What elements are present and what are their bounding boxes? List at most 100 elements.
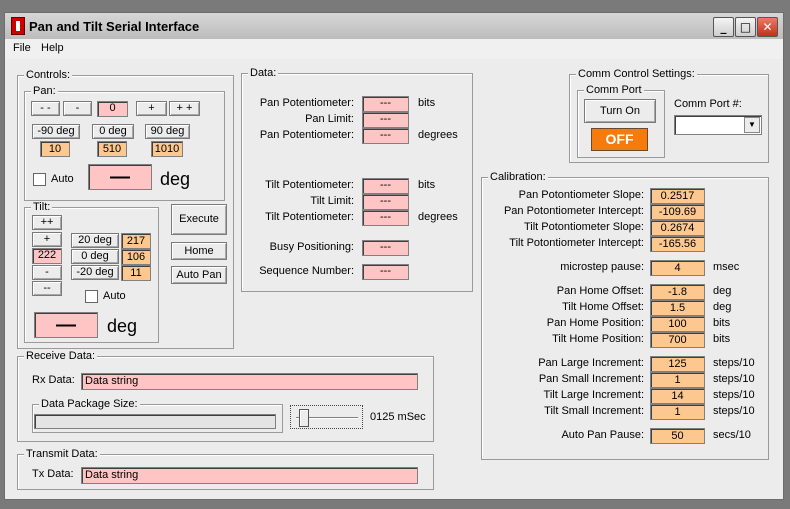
package-timing-slider[interactable] — [290, 405, 363, 429]
data-row-value: --- — [362, 264, 409, 280]
calibration-row-label: Tilt Home Position: — [552, 333, 644, 345]
calibration-row-label: Pan Potontiometer Intercept: — [503, 205, 644, 217]
calibration-row-value[interactable]: -1.8 — [650, 284, 705, 300]
data-row-unit: degrees — [418, 211, 458, 223]
calibration-row-unit: secs/10 — [713, 429, 751, 441]
app-window: Pan and Tilt Serial Interface _ □ ✕ File… — [0, 0, 790, 509]
comm-status-indicator: OFF — [591, 128, 648, 151]
calibration-row-unit: steps/10 — [713, 389, 755, 401]
calibration-group: Calibration: Pan Potontiometer Slope: 0.2… — [481, 171, 769, 460]
execute-button[interactable]: Execute — [171, 204, 227, 235]
calibration-row-value[interactable]: -109.69 — [650, 204, 705, 220]
pan-right-button[interactable]: + — [136, 101, 167, 116]
tilt-down-button[interactable]: - — [32, 265, 62, 280]
pan-preset-minus90-button[interactable]: -90 deg — [32, 124, 80, 139]
data-row-label: Pan Potentiometer: — [259, 129, 354, 141]
pan-fast-left-button[interactable]: - - — [31, 101, 60, 116]
comm-port-number-label: Comm Port #: — [674, 98, 742, 110]
tilt-deg-unit: deg — [107, 316, 138, 336]
pan-left-button[interactable]: - — [63, 101, 92, 116]
pan-deg-unit: deg — [160, 169, 191, 189]
tilt-preset-0-button[interactable]: 0 deg — [71, 249, 119, 264]
window-title: Pan and Tilt Serial Interface — [29, 19, 200, 34]
transmit-data-legend: Transmit Data: — [24, 448, 100, 460]
tx-data-label: Tx Data: — [32, 468, 74, 480]
calibration-row-value[interactable]: 4 — [650, 260, 705, 276]
pan-group: Pan: - - - 0 + + + -90 deg 0 deg 90 deg … — [24, 85, 225, 201]
calibration-legend: Calibration: — [488, 171, 548, 183]
menu-help[interactable]: Help — [41, 42, 64, 54]
calibration-row-unit: bits — [713, 317, 731, 329]
auto-pan-button[interactable]: Auto Pan — [171, 266, 227, 284]
rx-data-field[interactable]: Data string — [81, 373, 418, 390]
chevron-down-icon[interactable]: ▼ — [744, 117, 760, 133]
pan-fast-right-button[interactable]: + + — [169, 101, 200, 116]
comm-port-select[interactable]: ▼ — [674, 115, 762, 135]
data-group: Data: Pan Potentiometer: --- bits Pan Limit… — [241, 67, 473, 292]
app-icon — [11, 17, 25, 35]
data-row-label: Tilt Limit: — [310, 195, 354, 207]
pan-value: 0 — [97, 101, 128, 117]
title-bar[interactable]: Pan and Tilt Serial Interface _ □ ✕ — [4, 12, 784, 39]
slider-value-label: 0125 mSec — [370, 411, 426, 423]
data-row-label: Busy Positioning: — [269, 241, 354, 253]
calibration-row-value[interactable]: 0.2517 — [650, 188, 705, 204]
tilt-auto-checkbox[interactable] — [85, 290, 98, 303]
pan-preset-90-value: 1010 — [151, 141, 183, 157]
client-area: Controls: Pan: - - - 0 + + + -90 deg 0 d… — [4, 59, 784, 500]
data-row-label: Pan Potentiometer: — [259, 97, 354, 109]
calibration-row-value[interactable]: 100 — [650, 316, 705, 332]
calibration-row-value[interactable]: 0.2674 — [650, 220, 705, 236]
calibration-row-label: Tilt Small Increment: — [544, 405, 644, 417]
calibration-row-label: Auto Pan Pause: — [561, 429, 644, 441]
data-row-value: --- — [362, 210, 409, 226]
pan-auto-label: Auto — [51, 173, 74, 185]
calibration-row-unit: steps/10 — [713, 373, 755, 385]
close-button[interactable]: ✕ — [757, 17, 778, 37]
controls-legend: Controls: — [24, 69, 73, 81]
comm-port-legend: Comm Port — [584, 84, 644, 96]
calibration-row-label: Tilt Home Offset: — [562, 301, 644, 313]
pan-preset-90-button[interactable]: 90 deg — [145, 124, 190, 139]
rx-data-label: Rx Data: — [32, 374, 75, 386]
tilt-preset-minus20-value: 11 — [121, 265, 151, 281]
slider-thumb[interactable] — [299, 409, 309, 427]
calibration-row-label: Pan Large Increment: — [538, 357, 644, 369]
tilt-preset-minus20-button[interactable]: -20 deg — [71, 265, 119, 280]
tilt-auto-label: Auto — [103, 290, 126, 302]
menu-bar: File Help — [4, 39, 784, 59]
tilt-up-button[interactable]: + — [32, 232, 62, 247]
calibration-row-value[interactable]: 125 — [650, 356, 705, 372]
calibration-row-value[interactable]: 1 — [650, 372, 705, 388]
tilt-preset-0-value: 106 — [121, 249, 151, 265]
calibration-row-value[interactable]: 50 — [650, 428, 705, 444]
calibration-row-value[interactable]: 1 — [650, 404, 705, 420]
data-row-value: --- — [362, 178, 409, 194]
tilt-fast-up-button[interactable]: ++ — [32, 215, 62, 230]
calibration-row-value[interactable]: 14 — [650, 388, 705, 404]
calibration-row-unit: steps/10 — [713, 357, 755, 369]
maximize-button[interactable]: □ — [735, 17, 756, 37]
pan-preset-0-value: 510 — [97, 141, 127, 157]
calibration-row-label: Tilt Potontiometer Slope: — [523, 221, 644, 233]
menu-file[interactable]: File — [13, 42, 31, 54]
tilt-value: 222 — [32, 248, 62, 264]
calibration-row-label: Pan Potontiometer Slope: — [518, 189, 644, 201]
pan-preset-0-button[interactable]: 0 deg — [92, 124, 134, 139]
tx-data-field[interactable]: Data string — [81, 467, 418, 484]
calibration-row-unit: deg — [713, 301, 732, 313]
calibration-row-value[interactable]: -165.56 — [650, 236, 705, 252]
calibration-row-value[interactable]: 1.5 — [650, 300, 705, 316]
calibration-row-label: Pan Home Offset: — [556, 285, 644, 297]
pan-auto-checkbox[interactable] — [33, 173, 46, 186]
calibration-row-value[interactable]: 700 — [650, 332, 705, 348]
home-button[interactable]: Home — [171, 242, 227, 260]
tilt-fast-down-button[interactable]: -- — [32, 281, 62, 296]
data-row-value: --- — [362, 240, 409, 256]
minimize-button[interactable]: _ — [713, 17, 734, 37]
tilt-degree-display: — — [34, 312, 98, 338]
receive-data-legend: Receive Data: — [24, 350, 98, 362]
turn-on-button[interactable]: Turn On — [584, 99, 656, 123]
data-legend: Data: — [248, 67, 279, 79]
tilt-preset-20-button[interactable]: 20 deg — [71, 233, 119, 248]
